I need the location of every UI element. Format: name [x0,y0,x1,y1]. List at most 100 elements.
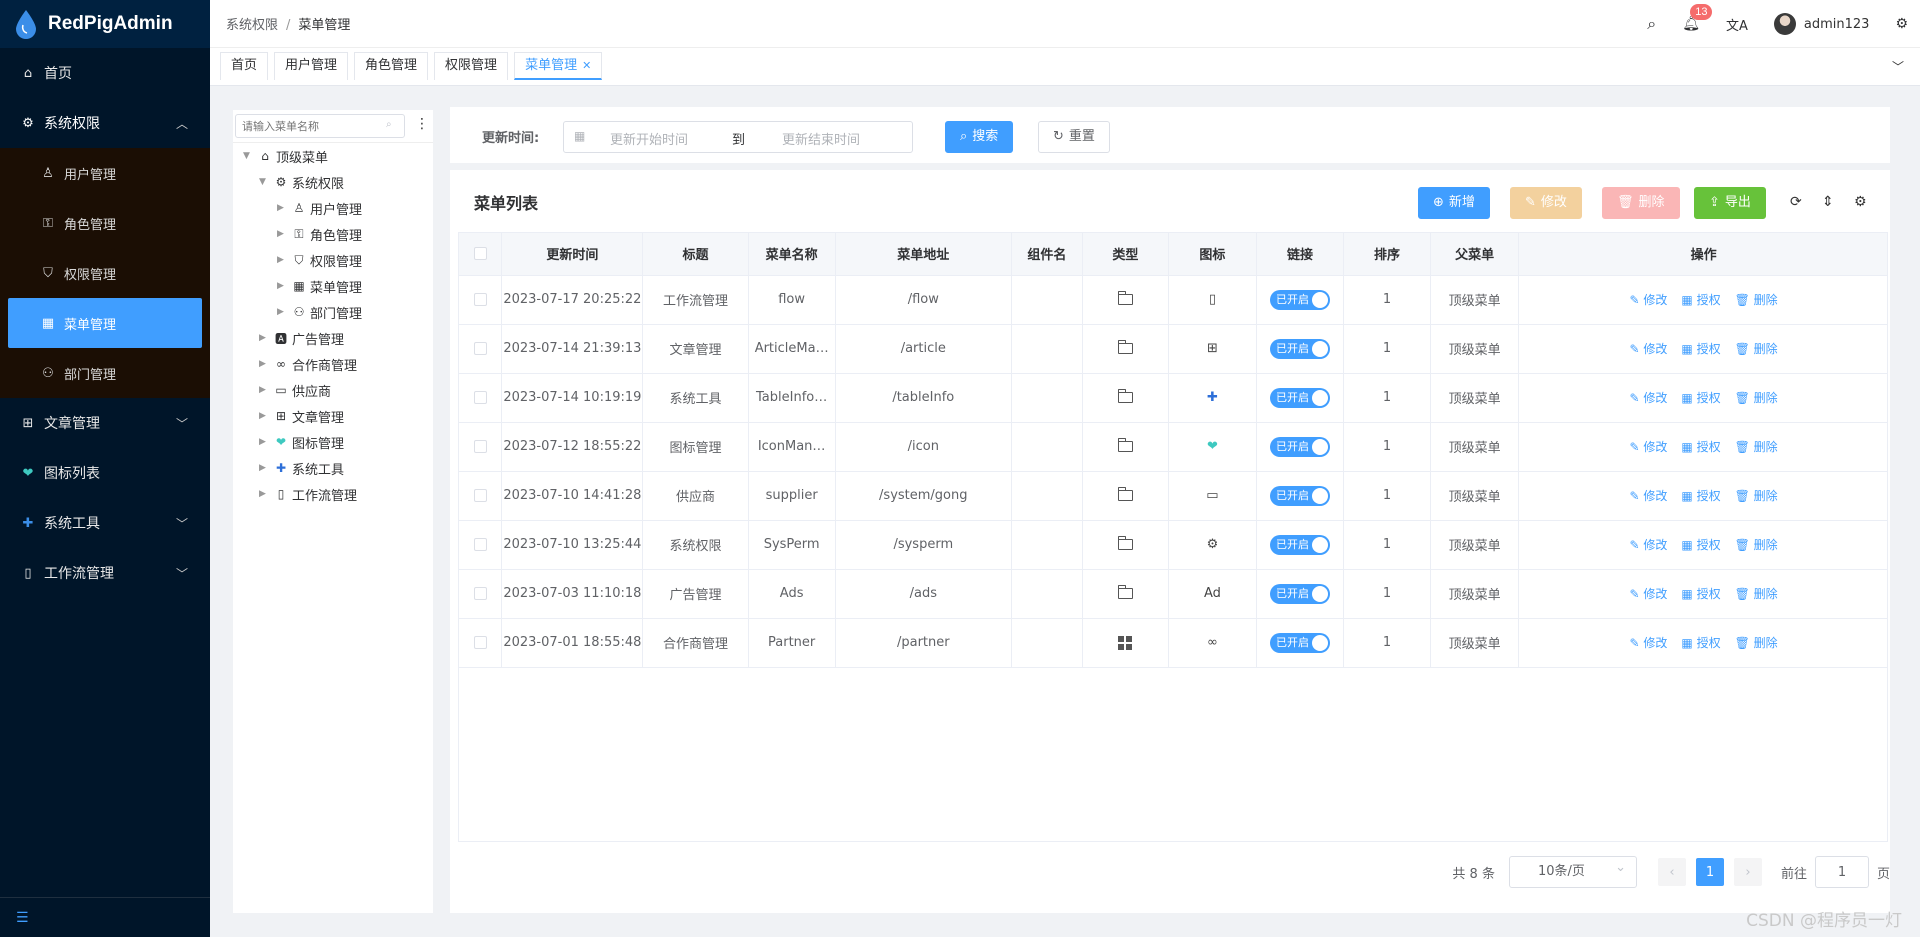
row-delete-link[interactable]: 🗑︎ 删除 [1735,489,1778,503]
row-edit-link[interactable]: ✎ 修改 [1630,489,1668,503]
link-switch[interactable]: 已开启 [1269,387,1330,408]
row-auth-link[interactable]: ▦ 授权 [1681,293,1720,307]
delete-button[interactable]: 🗑︎ 删除 [1602,187,1680,219]
prev-page-button[interactable]: ‹ [1657,858,1686,886]
row-checkbox[interactable] [459,373,503,423]
add-button[interactable]: ⊕ 新增 [1418,187,1490,219]
tab-roles[interactable]: 角色管理 [354,52,429,80]
menu-iconlist[interactable]: ❤ 图标列表 [0,448,210,498]
row-delete-link[interactable]: 🗑︎ 删除 [1735,440,1778,454]
table-row[interactable]: 2023-07-14 21:39:13 文章管理 ArticleMa…/articl… [459,324,1887,374]
menu-perms[interactable]: ⛉ 权限管理 [0,248,210,298]
row-auth-link[interactable]: ▦ 授权 [1681,342,1720,356]
menu-roles[interactable]: ⚿ 角色管理 [0,198,210,248]
row-checkbox[interactable] [459,618,503,668]
menu-system[interactable]: ⚙ 系统权限 ︿ [0,98,210,148]
row-delete-link[interactable]: 🗑︎ 删除 [1735,538,1778,552]
next-page-button[interactable]: › [1733,858,1762,886]
tree-search-input[interactable] [235,114,405,138]
tab-users[interactable]: 用户管理 [274,52,349,80]
search-button[interactable]: ⌕ 搜索 [945,121,1014,153]
reset-button[interactable]: ↻ 重置 [1038,121,1110,153]
tree-node-root[interactable]: ▼ ⌂ 顶级菜单 [243,144,328,168]
settings-icon[interactable]: ⚙ [1895,16,1908,32]
menu-menus[interactable]: ▦ 菜单管理 [8,298,202,348]
menu-dept[interactable]: ⚇ 部门管理 [0,348,210,398]
row-edit-link[interactable]: ✎ 修改 [1630,587,1668,601]
column-height-icon[interactable]: ⇕ [1822,194,1834,210]
search-icon[interactable]: ⌕ [1647,14,1656,34]
menu-article[interactable]: ⊞ 文章管理 ﹀ [0,398,210,448]
link-switch[interactable]: 已开启 [1269,583,1330,604]
tree-node-tools[interactable]: ▶ ✚ 系统工具 [259,456,344,480]
row-edit-link[interactable]: ✎ 修改 [1630,636,1668,650]
menu-home[interactable]: ⌂ 首页 [0,48,210,98]
more-vertical-icon[interactable]: ⋮ [415,116,429,132]
tab-perms[interactable]: 权限管理 [434,52,509,80]
tree-node-supplier[interactable]: ▶ ▭ 供应商 [259,378,331,402]
table-row[interactable]: 2023-07-10 13:25:44 系统权限 SysPerm/sysperm ⚙ 已… [459,520,1887,570]
link-switch[interactable]: 已开启 [1269,485,1330,506]
row-edit-link[interactable]: ✎ 修改 [1630,342,1668,356]
page-number[interactable]: 1 [1695,858,1724,886]
goto-page-input[interactable] [1814,856,1869,888]
collapse-sidebar-button[interactable]: ☰ [0,897,210,937]
tree-node-icons[interactable]: ▶ ❤ 图标管理 [259,430,344,454]
tab-menus[interactable]: 菜单管理 ✕ [514,52,603,80]
link-switch[interactable]: 已开启 [1269,436,1330,457]
logo[interactable]: RedPigAdmin [0,0,210,48]
table-row[interactable]: 2023-07-17 20:25:22 工作流管理 flow/flow ▯ 已开启 1 顶级… [459,275,1887,325]
breadcrumb-item[interactable]: 系统权限 [226,18,278,33]
row-auth-link[interactable]: ▦ 授权 [1681,489,1720,503]
row-auth-link[interactable]: ▦ 授权 [1681,636,1720,650]
row-edit-link[interactable]: ✎ 修改 [1630,440,1668,454]
notification-bell[interactable]: 🔔︎ 13 [1682,4,1713,32]
tab-home[interactable]: 首页 [220,52,269,80]
link-switch[interactable]: 已开启 [1269,534,1330,555]
row-checkbox[interactable] [459,275,503,325]
tree-node-workflow[interactable]: ▶ ▯ 工作流管理 [259,482,357,506]
select-all-checkbox[interactable] [459,233,503,276]
tree-node-ads[interactable]: ▶ 🅰︎ 广告管理 [259,326,344,350]
chevron-down-icon[interactable]: ﹀ [1892,58,1904,75]
close-icon[interactable]: ✕ [582,59,591,72]
table-row[interactable]: 2023-07-01 18:55:48 合作商管理 Partner/partner ∞… [459,618,1887,668]
row-checkbox[interactable] [459,471,503,521]
row-delete-link[interactable]: 🗑︎ 删除 [1735,342,1778,356]
table-row[interactable]: 2023-07-14 10:19:19 系统工具 TableInfo…/tableI… [459,373,1887,423]
tree-node-dept[interactable]: ▶ ⚇ 部门管理 [277,300,362,324]
row-delete-link[interactable]: 🗑︎ 删除 [1735,587,1778,601]
row-checkbox[interactable] [459,324,503,374]
tree-node-article[interactable]: ▶ ⊞ 文章管理 [259,404,344,428]
export-button[interactable]: ⇪ 导出 [1694,187,1766,219]
refresh-icon[interactable]: ⟳ [1790,194,1802,210]
table-row[interactable]: 2023-07-03 11:10:18 广告管理 Ads/ads Ad 已开启 1 顶级菜单… [459,569,1887,619]
tree-node-perms[interactable]: ▶ ⛉ 权限管理 [277,248,362,272]
row-auth-link[interactable]: ▦ 授权 [1681,587,1720,601]
row-checkbox[interactable] [459,520,503,570]
page-size-select[interactable]: 10条/页 [1508,853,1637,888]
link-switch[interactable]: 已开启 [1269,289,1330,310]
row-edit-link[interactable]: ✎ 修改 [1630,391,1668,405]
row-auth-link[interactable]: ▦ 授权 [1681,391,1720,405]
row-auth-link[interactable]: ▦ 授权 [1681,538,1720,552]
tree-node-menus[interactable]: ▶ ▦ 菜单管理 [277,274,362,298]
row-checkbox[interactable] [459,422,503,472]
link-switch[interactable]: 已开启 [1269,338,1330,359]
row-edit-link[interactable]: ✎ 修改 [1630,293,1668,307]
row-edit-link[interactable]: ✎ 修改 [1630,538,1668,552]
link-switch[interactable]: 已开启 [1269,632,1330,653]
row-delete-link[interactable]: 🗑︎ 删除 [1735,636,1778,650]
tree-node-users[interactable]: ▶ ♙ 用户管理 [277,196,362,220]
user-menu[interactable]: admin123 [1773,13,1869,35]
menu-users[interactable]: ♙ 用户管理 [0,148,210,198]
settings-icon[interactable]: ⚙ [1854,194,1867,210]
table-row[interactable]: 2023-07-10 14:41:28 供应商 supplier/system/go… [459,471,1887,521]
row-delete-link[interactable]: 🗑︎ 删除 [1735,391,1778,405]
date-range-picker[interactable]: ▦ 更新开始时间 到 更新结束时间 [563,121,913,153]
table-row[interactable]: 2023-07-12 18:55:22 图标管理 IconMan…/icon ❤ 已开启… [459,422,1887,472]
menu-workflow[interactable]: ▯ 工作流管理 ﹀ [0,548,210,598]
menu-tools[interactable]: ✚ 系统工具 ﹀ [0,498,210,548]
tree-node-roles[interactable]: ▶ ⚿ 角色管理 [277,222,362,246]
row-checkbox[interactable] [459,569,503,619]
